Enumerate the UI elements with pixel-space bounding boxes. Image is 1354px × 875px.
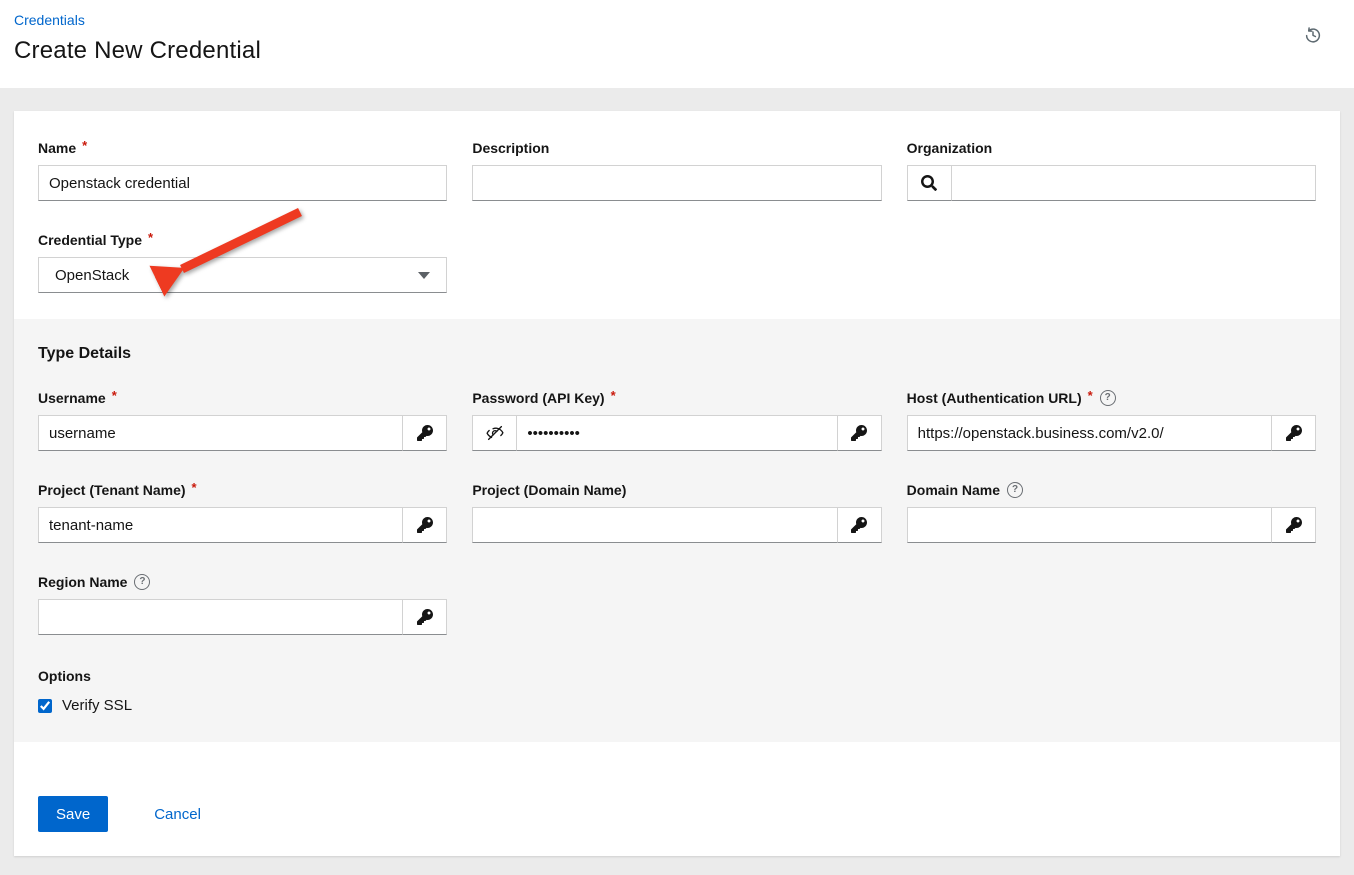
domain-name-label: Domain Name [907,482,1000,498]
password-reveal-button[interactable] [472,415,516,451]
host-label: Host (Authentication URL) [907,390,1082,406]
options-label: Options [38,668,1316,684]
verify-ssl-label: Verify SSL [62,697,132,714]
verify-ssl-row[interactable]: Verify SSL [38,697,132,714]
project-tenant-label: Project (Tenant Name) [38,482,186,498]
breadcrumb-credentials[interactable]: Credentials [14,12,85,28]
save-button[interactable]: Save [38,796,108,832]
search-icon [921,175,937,191]
password-label: Password (API Key) [472,390,604,406]
key-icon [851,517,867,533]
name-input[interactable] [38,165,447,201]
field-credential-type: Credential Type * OpenStack [38,231,447,293]
project-domain-input[interactable] [472,507,837,543]
username-credential-lookup-button[interactable] [403,415,447,451]
type-details-section: Type Details Username * [14,319,1340,742]
host-input[interactable] [907,415,1272,451]
key-icon [1286,425,1302,441]
field-project-tenant: Project (Tenant Name) * [38,481,447,543]
password-input[interactable] [516,415,837,451]
field-domain-name: Domain Name ? [907,481,1316,543]
required-asterisk: * [611,388,616,403]
credential-type-selected: OpenStack [55,267,418,284]
host-credential-lookup-button[interactable] [1272,415,1316,451]
project-tenant-credential-lookup-button[interactable] [403,507,447,543]
field-username: Username * [38,389,447,451]
required-asterisk: * [82,138,87,153]
key-icon [851,425,867,441]
required-asterisk: * [1088,388,1093,403]
type-details-title: Type Details [38,345,1316,363]
key-icon [1286,517,1302,533]
history-button[interactable] [1302,24,1324,46]
help-icon[interactable]: ? [134,574,150,590]
help-icon[interactable]: ? [1100,390,1116,406]
region-name-input[interactable] [38,599,403,635]
key-icon [417,517,433,533]
region-name-credential-lookup-button[interactable] [403,599,447,635]
organization-input[interactable] [951,165,1316,201]
organization-label: Organization [907,140,993,156]
password-credential-lookup-button[interactable] [838,415,882,451]
cancel-button[interactable]: Cancel [154,806,201,823]
credential-type-dropdown[interactable]: OpenStack [38,257,447,293]
region-name-label: Region Name [38,574,127,590]
field-name: Name * [38,139,447,201]
username-label: Username [38,390,106,406]
domain-name-input[interactable] [907,507,1272,543]
eye-slash-icon [486,424,504,442]
verify-ssl-checkbox[interactable] [38,699,52,713]
field-project-domain: Project (Domain Name) [472,481,881,543]
field-host: Host (Authentication URL) * ? [907,389,1316,451]
field-description: Description [472,139,881,201]
page-header: Credentials Create New Credential [0,0,1354,88]
card-actions-section: Save Cancel [14,742,1340,856]
history-icon [1304,26,1322,44]
required-asterisk: * [112,388,117,403]
project-tenant-input[interactable] [38,507,403,543]
domain-name-credential-lookup-button[interactable] [1272,507,1316,543]
required-asterisk: * [148,230,153,245]
description-input[interactable] [472,165,881,201]
credential-type-label: Credential Type [38,232,142,248]
project-domain-label: Project (Domain Name) [472,482,626,498]
page: Credentials Create New Credential Name * [0,0,1354,875]
username-input[interactable] [38,415,403,451]
project-domain-credential-lookup-button[interactable] [838,507,882,543]
credential-form-card: Name * Description [14,111,1340,856]
required-asterisk: * [192,480,197,495]
field-password: Password (API Key) * [472,389,881,451]
key-icon [417,609,433,625]
caret-down-icon [418,272,430,279]
field-organization: Organization [907,139,1316,201]
page-title: Create New Credential [14,37,1338,65]
description-label: Description [472,140,549,156]
key-icon [417,425,433,441]
organization-lookup-button[interactable] [907,165,951,201]
card-top-section: Name * Description [14,111,1340,319]
help-icon[interactable]: ? [1007,482,1023,498]
name-label: Name [38,140,76,156]
field-region-name: Region Name ? [38,573,447,635]
